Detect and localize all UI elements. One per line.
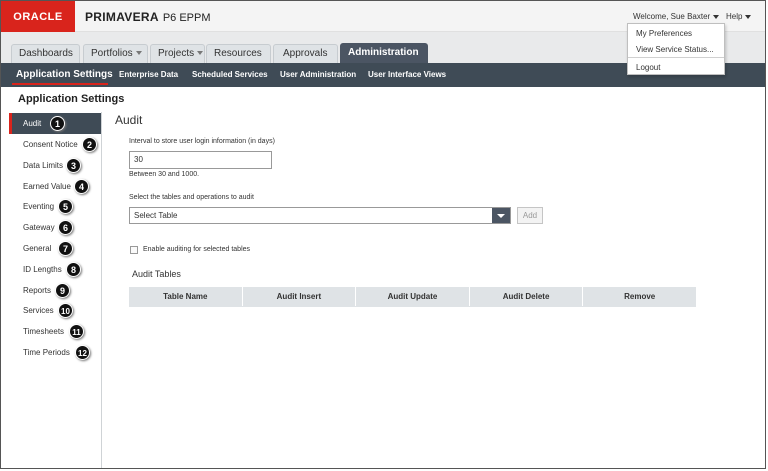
- tab-label: Resources: [214, 48, 262, 59]
- subnav-user-administration[interactable]: User Administration: [280, 70, 356, 79]
- add-button[interactable]: Add: [517, 207, 543, 224]
- callout-badge: 6: [58, 220, 73, 235]
- active-subnav-indicator: [12, 83, 108, 85]
- column-header-table-name: Table Name: [129, 287, 243, 306]
- chevron-down-icon: [745, 14, 752, 19]
- menu-item-view-service-status[interactable]: View Service Status...: [636, 45, 714, 54]
- callout-badge: 7: [58, 241, 73, 256]
- product-name: PRIMAVERA: [85, 10, 159, 24]
- sidebar-item-label: Consent Notice: [23, 140, 78, 149]
- sidebar-item-label: Gateway: [23, 223, 55, 232]
- tab-label: Portfolios: [91, 48, 133, 59]
- sidebar-item-label: Services: [23, 306, 54, 315]
- chevron-down-icon[interactable]: [492, 208, 510, 223]
- subnav-scheduled-services[interactable]: Scheduled Services: [192, 70, 268, 79]
- page-title: Application Settings: [18, 93, 125, 105]
- welcome-text: Welcome, Sue Baxter: [633, 12, 711, 21]
- sidebar-item-label: Timesheets: [23, 327, 65, 336]
- select-value: Select Table: [134, 211, 178, 220]
- help-menu[interactable]: Help: [726, 12, 752, 21]
- help-label: Help: [726, 12, 743, 21]
- tab-projects[interactable]: Projects: [150, 44, 205, 63]
- tab-dashboards[interactable]: Dashboards: [11, 44, 80, 74]
- sidebar-item-services[interactable]: Services: [9, 300, 101, 321]
- sidebar-item-label: General: [23, 244, 52, 253]
- callout-badge: 11: [69, 324, 84, 339]
- user-menu-trigger[interactable]: Welcome, Sue Baxter: [633, 12, 720, 21]
- column-header-audit-insert: Audit Insert: [243, 287, 357, 306]
- sidebar-item-label: Reports: [23, 286, 52, 295]
- sidebar-item-label: Time Periods: [23, 348, 70, 357]
- table-select[interactable]: Select Table: [129, 207, 511, 224]
- sidebar-item-timesheets[interactable]: Timesheets: [9, 321, 101, 342]
- audit-table-header: Table Name Audit Insert Audit Update Aud…: [129, 287, 696, 306]
- user-dropdown-menu: My Preferences View Service Status... Lo…: [627, 23, 725, 75]
- column-header-audit-update: Audit Update: [356, 287, 470, 306]
- callout-badge: 10: [58, 303, 73, 318]
- subnav-enterprise-data[interactable]: Enterprise Data: [119, 70, 178, 79]
- section-title: Audit: [115, 113, 143, 127]
- sidebar-item-id-lengths[interactable]: ID Lengths: [9, 259, 101, 280]
- tables-label: Select the tables and operations to audi…: [129, 194, 254, 201]
- column-header-audit-delete: Audit Delete: [470, 287, 584, 306]
- subnav-user-interface-views[interactable]: User Interface Views: [368, 70, 446, 79]
- tab-approvals[interactable]: Approvals: [273, 44, 338, 63]
- tab-label: Projects: [158, 48, 195, 59]
- sidebar-item-eventing[interactable]: Eventing: [9, 196, 101, 217]
- callout-badge: 2: [82, 137, 97, 152]
- callout-badge: 1: [50, 116, 65, 131]
- sidebar-item-general[interactable]: General: [9, 238, 101, 259]
- sidebar-item-label: ID Lengths: [23, 265, 62, 274]
- callout-badge: 8: [66, 262, 81, 277]
- tab-label: Administration: [348, 47, 419, 58]
- tab-resources[interactable]: Resources: [206, 44, 271, 63]
- interval-label: Interval to store user login information…: [129, 138, 275, 145]
- audit-tables-title: Audit Tables: [132, 269, 181, 279]
- sidebar-item-gateway[interactable]: Gateway: [9, 217, 101, 238]
- menu-divider: [628, 57, 724, 58]
- callout-badge: 9: [55, 283, 70, 298]
- menu-item-logout[interactable]: Logout: [636, 63, 660, 72]
- audit-table-body: [129, 306, 696, 307]
- column-header-remove: Remove: [624, 292, 656, 301]
- tab-label: Approvals: [283, 48, 328, 59]
- tab-portfolios[interactable]: Portfolios: [83, 44, 148, 63]
- interval-hint: Between 30 and 1000.: [129, 171, 200, 178]
- oracle-logo: ORACLE: [1, 1, 75, 32]
- sidebar-item-label: Eventing: [23, 202, 55, 211]
- interval-input[interactable]: 30: [129, 151, 272, 169]
- sidebar-item-label: Earned Value: [23, 182, 71, 191]
- app-title: PRIMAVERA P6 EPPM: [85, 10, 211, 24]
- callout-badge: 5: [58, 199, 73, 214]
- menu-item-my-preferences[interactable]: My Preferences: [636, 29, 692, 38]
- callout-badge: 4: [74, 179, 89, 194]
- sidebar-item-label: Data Limits: [23, 161, 64, 170]
- tab-label: Dashboards: [19, 48, 73, 59]
- callout-badge: 3: [66, 158, 81, 173]
- callout-badge: 12: [75, 345, 90, 360]
- enable-auditing-label: Enable auditing for selected tables: [143, 246, 251, 253]
- chevron-down-icon: [135, 51, 142, 56]
- app-window: ORACLE PRIMAVERA P6 EPPM Welcome, Sue Bax…: [0, 0, 766, 469]
- chevron-down-icon: [713, 14, 720, 19]
- enable-auditing-checkbox[interactable]: [130, 246, 138, 254]
- chevron-down-icon: [197, 51, 204, 56]
- sidebar-item-label: Audit: [23, 119, 42, 128]
- subnav-application-settings[interactable]: Application Settings: [16, 69, 113, 80]
- tab-administration[interactable]: Administration: [340, 43, 428, 63]
- product-edition: P6 EPPM: [162, 12, 211, 24]
- sidebar-item-data-limits[interactable]: Data Limits: [9, 155, 101, 176]
- sidebar-divider: [101, 112, 102, 468]
